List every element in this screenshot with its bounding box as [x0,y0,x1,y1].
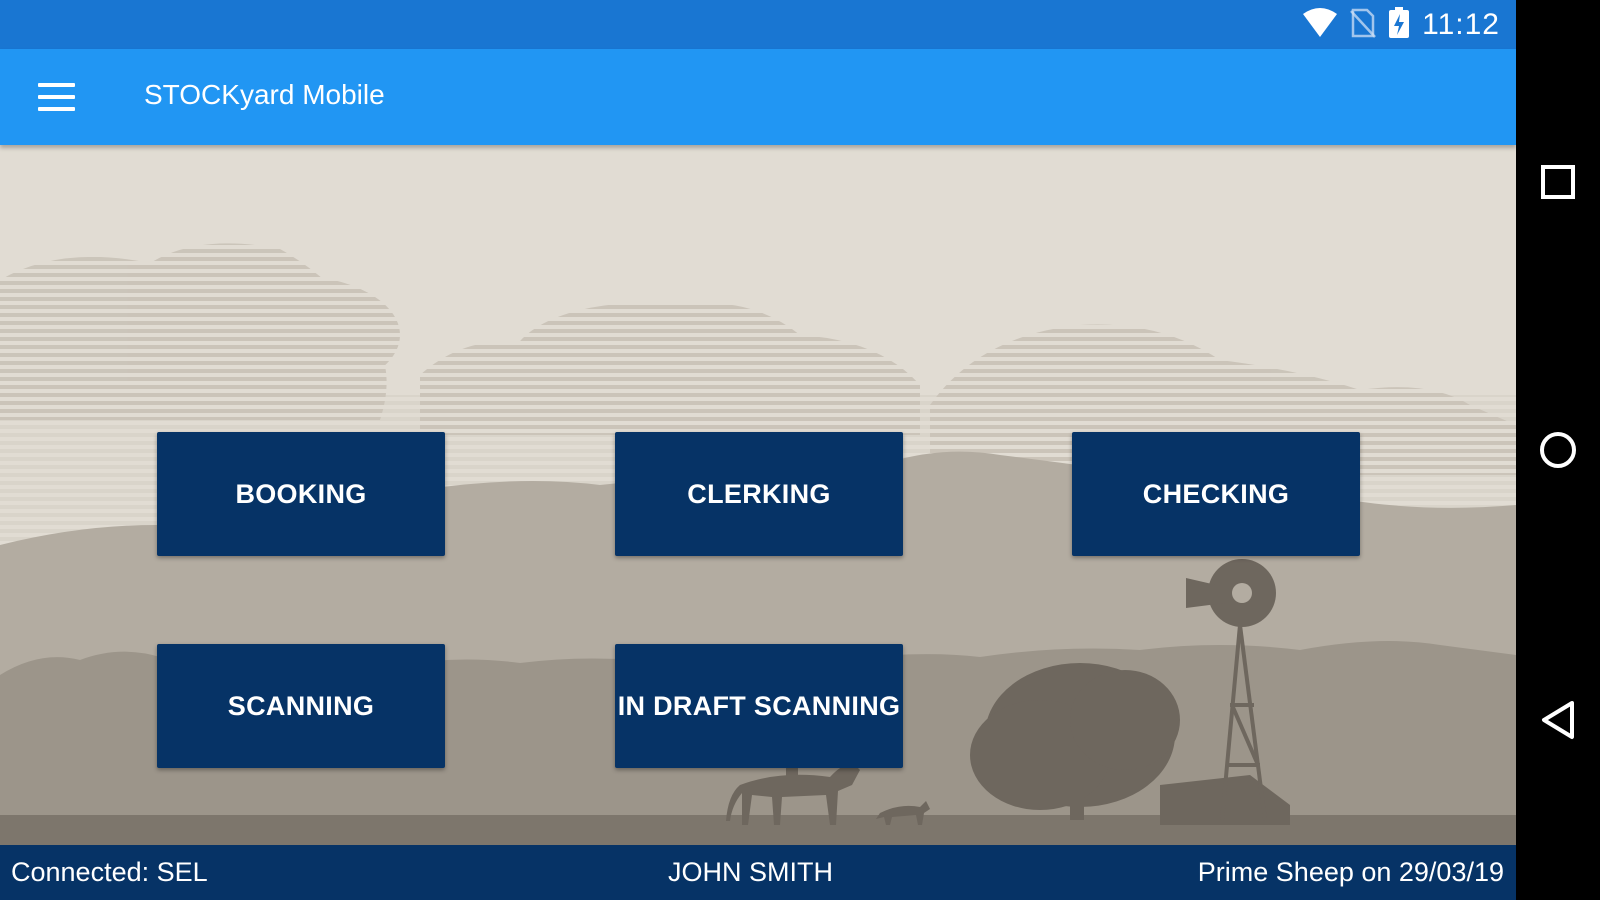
home-icon [1540,432,1576,468]
app-screen: 11:12 STOCKyard Mobile BOOKING CLERKING … [0,0,1516,900]
back-button[interactable] [1528,690,1588,750]
hamburger-menu-icon-bar [38,95,75,99]
app-title: STOCKyard Mobile [144,79,385,110]
hamburger-menu-icon [38,83,75,87]
hamburger-menu-icon-bar [38,107,75,111]
clerking-button[interactable]: CLERKING [615,432,903,556]
menu-button[interactable] [28,71,84,123]
app-bar: STOCKyard Mobile [0,49,1516,145]
current-user: JOHN SMITH [668,857,833,887]
in-draft-scanning-button[interactable]: IN DRAFT SCANNING [615,644,903,768]
recents-button[interactable] [1528,152,1588,212]
wifi-icon [1302,7,1338,43]
clock: 11:12 [1422,8,1500,41]
no-sim-icon [1350,8,1377,43]
booking-button[interactable]: BOOKING [157,432,445,556]
home-button[interactable] [1528,420,1588,480]
status-icons: 11:12 [1302,6,1500,44]
battery-charging-icon [1388,6,1410,44]
recents-icon [1541,165,1575,199]
navigation-bar [1516,0,1600,900]
sale-info: Prime Sheep on 29/03/19 [1197,857,1504,887]
connection-status: Connected: SEL [11,857,208,887]
status-bar: 11:12 [0,0,1516,49]
scanning-button[interactable]: SCANNING [157,644,445,768]
checking-button[interactable]: CHECKING [1072,432,1360,556]
footer-status-bar: Connected: SEL JOHN SMITH Prime Sheep on… [0,845,1516,900]
back-icon [1542,701,1574,739]
